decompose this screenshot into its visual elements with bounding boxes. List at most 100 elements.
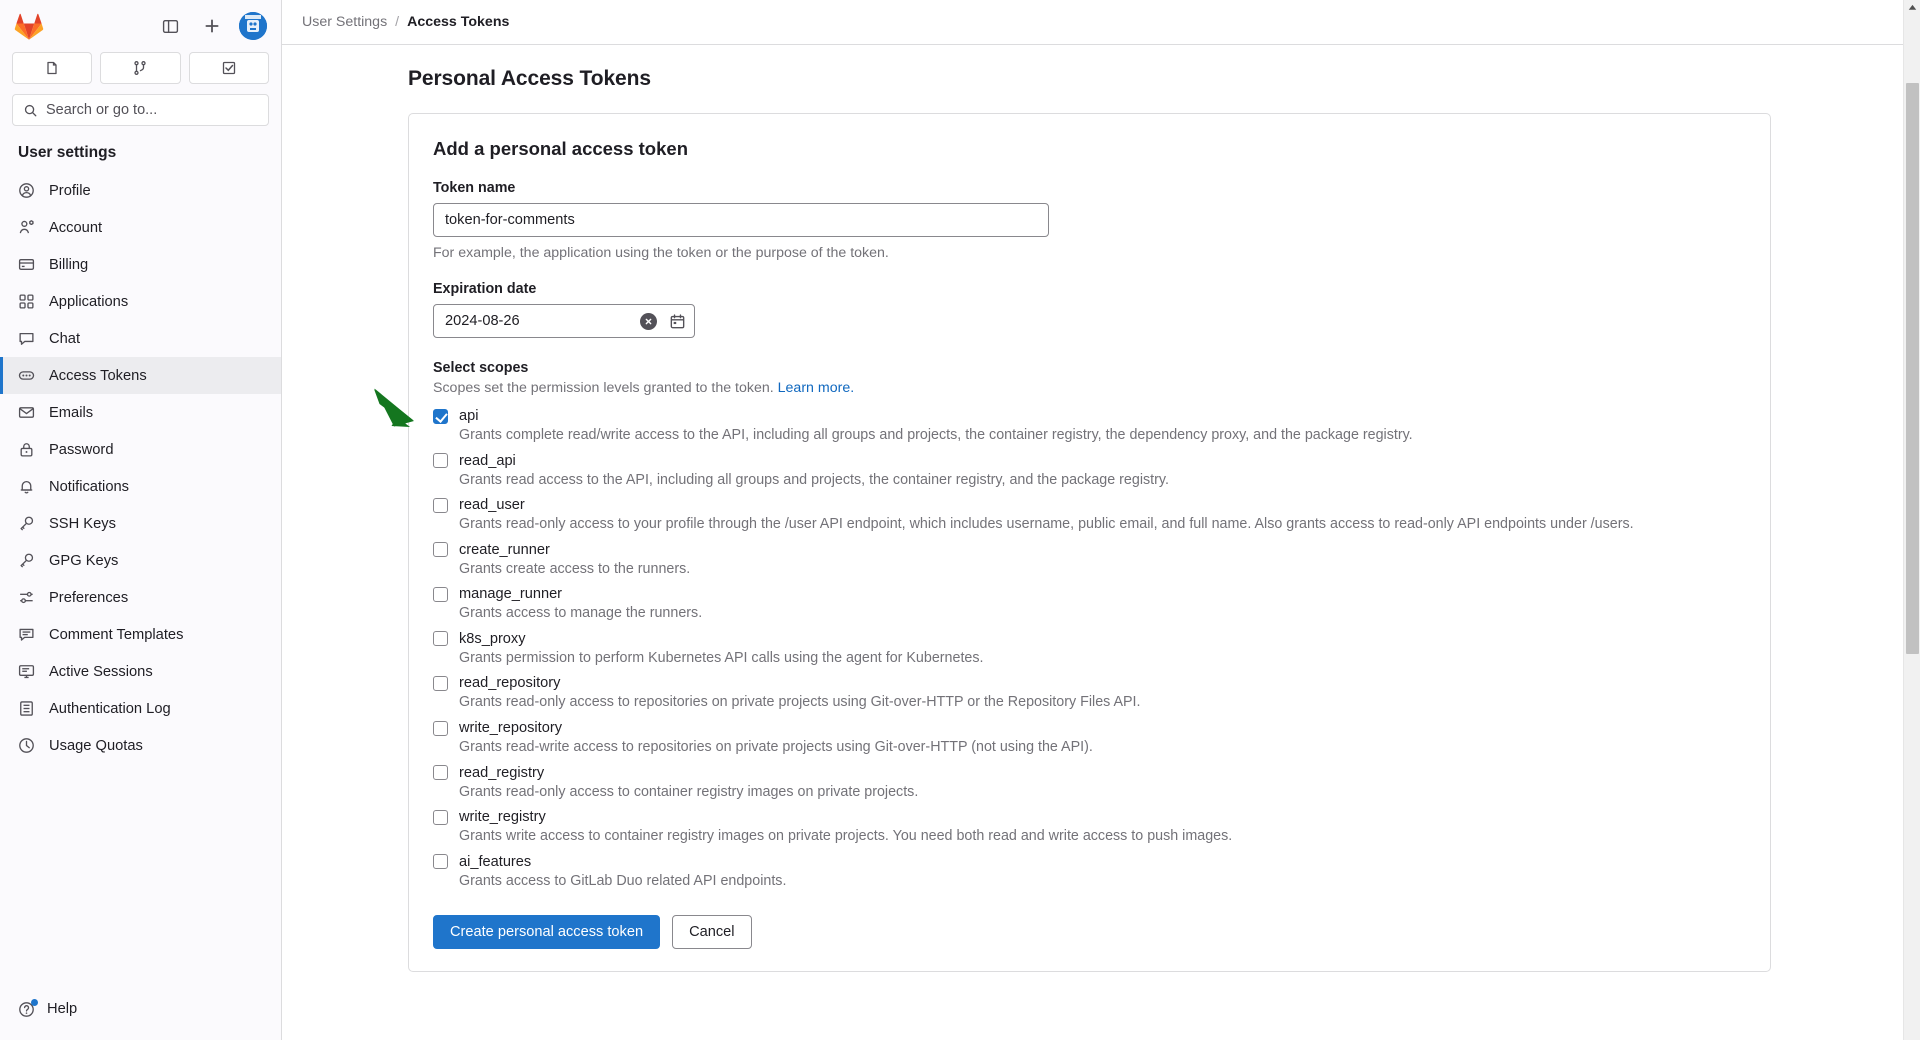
- scope-name[interactable]: write_repository: [459, 720, 562, 736]
- read_user-scope-checkbox[interactable]: [433, 497, 448, 513]
- cancel-button[interactable]: Cancel: [672, 915, 752, 950]
- select-scopes-label: Select scopes: [433, 360, 529, 376]
- card-title: Add a personal access token: [433, 138, 688, 159]
- read_api-scope-checkbox[interactable]: [433, 453, 448, 469]
- key-icon: [20, 516, 34, 531]
- sidebar-item-preferences[interactable]: Preferences: [0, 579, 281, 616]
- issues-icon: [47, 61, 57, 75]
- sidebar-item-access-tokens[interactable]: Access Tokens: [0, 357, 281, 394]
- scope-name[interactable]: manage_runner: [459, 586, 562, 602]
- sidebar-item-label: SSH Keys: [49, 515, 116, 532]
- scope-name[interactable]: create_runner: [459, 542, 550, 558]
- quick-action-merge-requests[interactable]: [100, 52, 181, 84]
- sidebar-bottom: Help: [0, 992, 281, 1040]
- sidebar-item-authentication-log[interactable]: Authentication Log: [0, 690, 281, 727]
- scope-name[interactable]: read_repository: [459, 675, 560, 691]
- scrollbar-thumb[interactable]: [1906, 83, 1919, 654]
- gitlab-logo-icon[interactable]: [14, 11, 44, 41]
- scope-name[interactable]: read_user: [459, 497, 525, 513]
- scope-name[interactable]: k8s_proxy: [459, 631, 526, 647]
- sidebar-item-label: Applications: [49, 293, 129, 310]
- search-input[interactable]: Search or go to...: [12, 94, 269, 126]
- scope-row: read_user Grants read-only access to you…: [433, 497, 1746, 535]
- write_repository-scope-checkbox[interactable]: [433, 720, 448, 736]
- sidebar-item-help[interactable]: Help: [0, 992, 281, 1026]
- select-scopes-description: Scopes set the permission levels granted…: [433, 380, 1746, 396]
- key-icon: [20, 553, 34, 568]
- account-gear-icon: [19, 220, 34, 234]
- sidebar-item-billing[interactable]: Billing: [0, 246, 281, 283]
- create_runner-scope-checkbox[interactable]: [433, 542, 448, 558]
- manage_runner-scope-checkbox[interactable]: [433, 586, 448, 602]
- create-token-button[interactable]: Create personal access token: [433, 915, 661, 950]
- sidebar-item-label: Chat: [49, 330, 81, 347]
- quota-gauge-icon: [19, 738, 34, 753]
- quick-action-todos[interactable]: [188, 52, 269, 84]
- quick-action-issues[interactable]: [12, 52, 93, 84]
- write_registry-scope-checkbox[interactable]: [433, 809, 448, 825]
- token-name-input[interactable]: [433, 203, 1049, 237]
- sidebar-item-label: Password: [49, 441, 114, 458]
- scope-name[interactable]: api: [459, 408, 478, 424]
- envelope-icon: [18, 407, 35, 418]
- expiration-date-input-wrapper[interactable]: [433, 304, 695, 338]
- read_repository-scope-checkbox[interactable]: [433, 675, 448, 691]
- panel-toggle-icon[interactable]: [155, 11, 185, 41]
- sliders-icon: [20, 591, 33, 604]
- sidebar-item-label: Account: [49, 219, 103, 236]
- sidebar-item-notifications[interactable]: Notifications: [0, 468, 281, 505]
- scope-row: read_registry Grants read-only access to…: [433, 765, 1746, 803]
- left-sidebar: Search or go to... User settings Profile…: [0, 0, 282, 1040]
- scope-name[interactable]: read_registry: [459, 765, 544, 781]
- api-scope-checkbox[interactable]: [433, 408, 448, 424]
- sidebar-item-chat[interactable]: Chat: [0, 320, 281, 357]
- scope-row: write_registry Grants write access to co…: [433, 809, 1746, 847]
- vertical-scrollbar[interactable]: [1903, 0, 1920, 1040]
- ai_features-scope-checkbox[interactable]: [433, 854, 448, 870]
- sidebar-item-label: Comment Templates: [49, 626, 184, 643]
- sidebar-item-account[interactable]: Account: [0, 209, 281, 246]
- sidebar-section-title: User settings: [18, 144, 117, 161]
- bell-icon: [20, 480, 33, 494]
- sidebar-item-comment-templates[interactable]: Comment Templates: [0, 616, 281, 653]
- sidebar-top-bar: [0, 0, 281, 48]
- scope-row: write_repository Grants read-write acces…: [433, 720, 1746, 758]
- token-name-label: Token name: [433, 180, 516, 196]
- sidebar-item-usage-quotas[interactable]: Usage Quotas: [0, 727, 281, 764]
- sidebar-item-label: Authentication Log: [49, 700, 171, 717]
- learn-more-link[interactable]: Learn more.: [778, 380, 855, 396]
- search-placeholder: Search or go to...: [46, 102, 158, 118]
- sidebar-item-gpg-keys[interactable]: GPG Keys: [0, 542, 281, 579]
- applications-grid-icon: [19, 294, 34, 309]
- expiration-date-input[interactable]: [445, 313, 640, 329]
- clear-date-button[interactable]: [640, 312, 657, 330]
- log-list-icon: [20, 701, 33, 716]
- form-actions: Create personal access token Cancel: [433, 915, 1746, 950]
- k8s_proxy-scope-checkbox[interactable]: [433, 631, 448, 647]
- scroll-up-arrow-icon[interactable]: [1907, 2, 1918, 13]
- sidebar-item-active-sessions[interactable]: Active Sessions: [0, 653, 281, 690]
- sidebar-item-ssh-keys[interactable]: SSH Keys: [0, 505, 281, 542]
- breadcrumb-separator: /: [395, 14, 400, 30]
- sidebar-item-password[interactable]: Password: [0, 431, 281, 468]
- content-scroll-region: Personal Access Tokens Add a personal ac…: [282, 45, 1920, 1040]
- sidebar-item-profile[interactable]: Profile: [0, 172, 281, 209]
- scope-name[interactable]: read_api: [459, 453, 516, 469]
- breadcrumb-current[interactable]: Access Tokens: [407, 14, 509, 30]
- plus-icon[interactable]: [197, 11, 227, 41]
- token-name-help: For example, the application using the t…: [433, 245, 889, 261]
- scope-name[interactable]: write_registry: [459, 809, 546, 825]
- read_registry-scope-checkbox[interactable]: [433, 765, 448, 781]
- sidebar-item-applications[interactable]: Applications: [0, 283, 281, 320]
- scope-name[interactable]: ai_features: [459, 854, 531, 870]
- expiration-date-label: Expiration date: [433, 281, 537, 297]
- scope-row: api Grants complete read/write access to…: [433, 408, 1746, 446]
- sidebar-item-emails[interactable]: Emails: [0, 394, 281, 431]
- breadcrumb-parent[interactable]: User Settings: [302, 14, 387, 30]
- clear-circle-x-icon: [645, 318, 652, 324]
- open-calendar-button[interactable]: [668, 312, 686, 330]
- sidebar-item-label: Preferences: [49, 589, 129, 606]
- scope-description: Grants read access to the API, including…: [459, 471, 1169, 488]
- user-avatar[interactable]: [239, 12, 267, 40]
- page-title: Personal Access Tokens: [408, 67, 651, 90]
